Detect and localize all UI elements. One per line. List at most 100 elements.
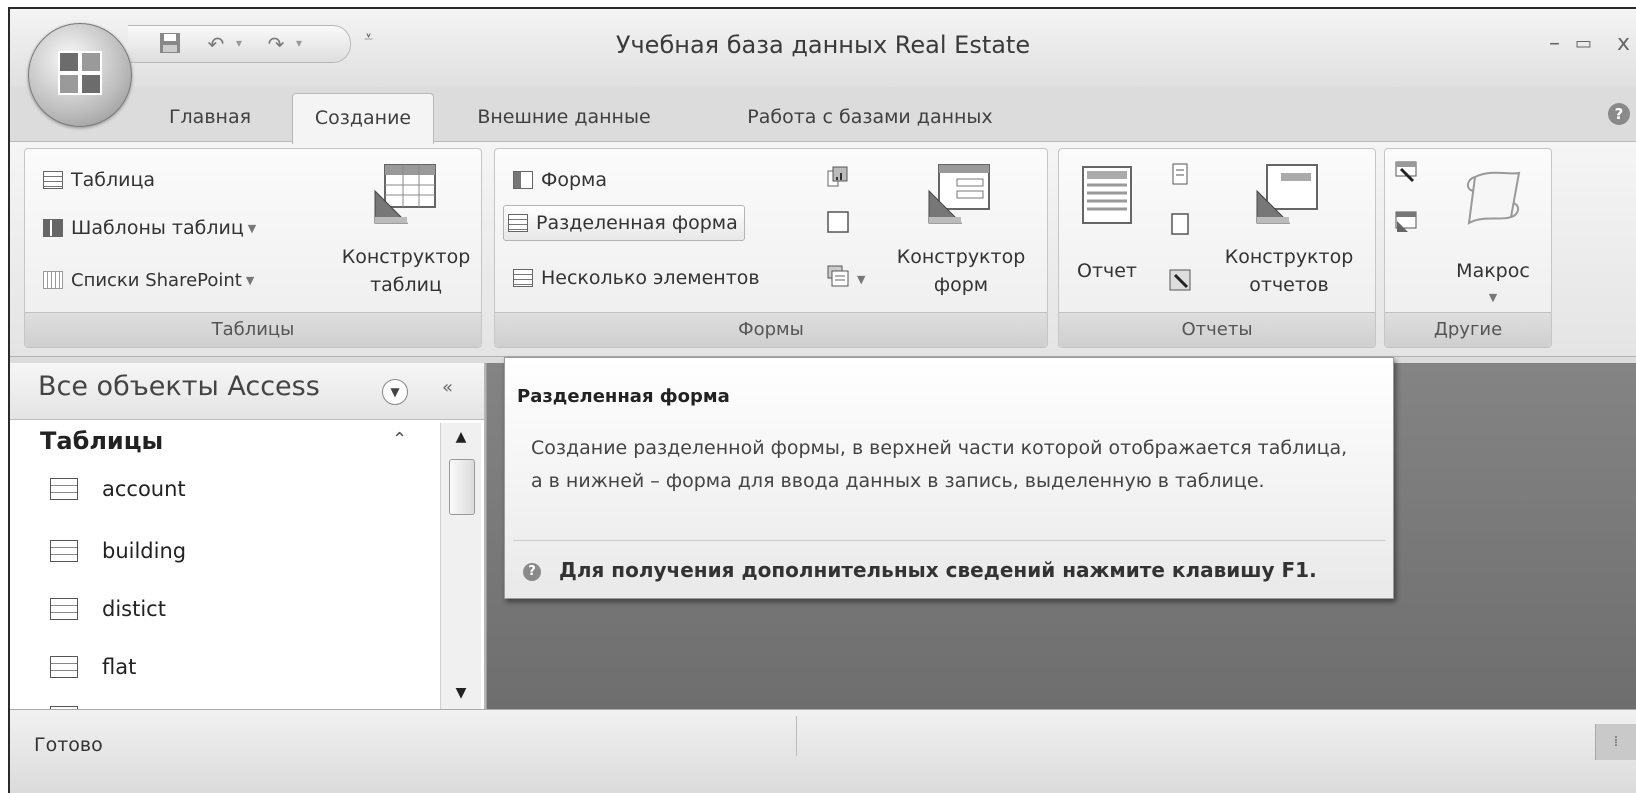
query-wizard-icon[interactable]: [1395, 161, 1417, 183]
list-item-label: building: [102, 539, 187, 563]
chevron-down-icon: ▼: [247, 222, 257, 235]
office-logo-icon: [58, 51, 102, 95]
more-forms-dropdown-icon[interactable]: ▼: [857, 273, 865, 286]
ribbon: Таблица Шаблоны таблиц ▼ Списки SharePoin…: [10, 141, 1636, 357]
status-divider: [796, 716, 797, 756]
tab-home[interactable]: Главная: [150, 93, 270, 141]
report-designer-icon: [1256, 164, 1318, 224]
list-item[interactable]: flat: [50, 647, 136, 687]
chevron-down-icon: ▼: [245, 274, 255, 287]
tooltip-title: Разделенная форма: [517, 386, 730, 407]
maximize-icon[interactable]: ▭: [1575, 33, 1592, 54]
report-designer-label-1: Конструктор: [1224, 246, 1354, 268]
table-designer-label-2: таблиц: [370, 274, 442, 296]
more-forms-icon[interactable]: [827, 265, 849, 287]
table-templates-label: Шаблоны таблиц: [71, 217, 244, 239]
list-item[interactable]: building: [50, 531, 186, 571]
minimize-icon[interactable]: –: [1549, 31, 1560, 56]
navigation-pane-title: Все объекты Access: [38, 371, 320, 402]
title-bar: ↶ ▾ ↷ ▾ ⩡ Учебная база данных Real Estat…: [10, 9, 1636, 127]
section-header-tables[interactable]: Таблицы: [40, 427, 163, 455]
sharepoint-lists-icon: [43, 271, 63, 289]
list-item[interactable]: account: [50, 469, 186, 509]
macro-dropdown-icon: ▼: [1488, 291, 1498, 304]
status-text: Готово: [34, 734, 103, 756]
tooltip-help-text: Для получения дополнительных сведений на…: [559, 558, 1317, 582]
form-designer-label-2: форм: [933, 274, 989, 296]
split-form-label: Разделенная форма: [536, 212, 738, 234]
macro-button[interactable]: Макрос ▼: [1435, 161, 1551, 311]
query-designer-icon[interactable]: [1395, 211, 1417, 233]
report-icon: [1082, 166, 1132, 224]
navigation-pane: Все объекты Access ▼ « Таблицы ⌃ account…: [10, 363, 486, 709]
split-form-icon: [508, 214, 528, 232]
tooltip: Разделенная форма Создание разделенной ф…: [504, 357, 1394, 599]
form-designer-label-1: Конструктор: [896, 246, 1026, 268]
multiple-items-label: Несколько элементов: [541, 267, 760, 289]
form-designer-button[interactable]: Конструктор форм: [881, 161, 1041, 311]
report-labels-icon[interactable]: [1169, 163, 1191, 185]
tab-external-data[interactable]: Внешние данные: [454, 93, 674, 141]
group-forms-label: Формы: [495, 312, 1047, 347]
group-reports: Отчет Конструктор отчетов Отчеты: [1058, 148, 1376, 348]
group-reports-label: Отчеты: [1059, 312, 1375, 347]
table-button[interactable]: Таблица: [39, 163, 161, 197]
table-templates-button[interactable]: Шаблоны таблиц ▼: [39, 211, 262, 245]
form-designer-icon: [928, 164, 990, 224]
sharepoint-lists-label: Списки SharePoint: [71, 270, 242, 291]
group-tables: Таблица Шаблоны таблиц ▼ Списки SharePoin…: [24, 148, 482, 348]
blank-report-icon[interactable]: [1169, 213, 1191, 235]
multiple-items-icon: [513, 269, 533, 287]
access-window: ↶ ▾ ↷ ▾ ⩡ Учебная база данных Real Estat…: [8, 7, 1636, 793]
table-icon: [50, 598, 78, 620]
table-icon: [43, 171, 63, 189]
scrollbar-thumb[interactable]: [449, 459, 475, 515]
blank-form-icon[interactable]: [827, 211, 849, 233]
tooltip-body: Создание разделенной формы, в верхней ча…: [531, 437, 1348, 492]
list-item[interactable]: [50, 697, 102, 709]
report-button[interactable]: Отчет: [1067, 161, 1147, 311]
split-form-button[interactable]: Разделенная форма: [503, 205, 745, 241]
scroll-down-icon[interactable]: ▼: [441, 685, 481, 705]
table-templates-icon: [43, 219, 63, 237]
tab-create[interactable]: Создание: [292, 93, 434, 144]
multiple-items-button[interactable]: Несколько элементов: [509, 261, 766, 295]
close-icon[interactable]: x: [1617, 31, 1630, 56]
tooltip-divider: [513, 540, 1385, 541]
list-item[interactable]: distict: [50, 589, 166, 629]
form-button-label: Форма: [541, 169, 608, 191]
report-designer-button[interactable]: Конструктор отчетов: [1209, 161, 1369, 311]
macro-scroll-icon: [1467, 171, 1521, 225]
window-title: Учебная база данных Real Estate: [615, 31, 1031, 59]
navigation-pane-header[interactable]: Все объекты Access ▼ «: [10, 363, 484, 420]
office-button[interactable]: [28, 23, 132, 127]
pivot-chart-icon[interactable]: [827, 165, 849, 187]
table-icon: [50, 478, 78, 500]
tooltip-help: ? Для получения дополнительных сведений н…: [523, 558, 1317, 582]
table-icon: [50, 540, 78, 562]
table-icon: [50, 656, 78, 678]
chevron-down-icon[interactable]: ▼: [382, 379, 408, 405]
report-wizard-icon[interactable]: [1169, 269, 1191, 291]
report-designer-label-2: отчетов: [1249, 274, 1329, 296]
group-other: Макрос ▼ Другие: [1384, 148, 1552, 348]
resize-grip-icon[interactable]: ⁞: [1595, 724, 1636, 760]
collapse-section-icon[interactable]: ⌃: [392, 429, 407, 450]
group-forms: Форма Разделенная форма Несколько элемен…: [494, 148, 1048, 348]
tab-database-tools[interactable]: Работа с базами данных: [720, 93, 1020, 141]
report-label: Отчет: [1076, 260, 1137, 282]
table-designer-button[interactable]: Конструктор таблиц: [331, 161, 481, 311]
scrollbar[interactable]: ▲ ▼: [440, 423, 481, 709]
collapse-pane-icon[interactable]: «: [442, 377, 453, 398]
help-icon: ?: [523, 563, 541, 581]
group-other-label: Другие: [1385, 312, 1551, 347]
form-icon: [513, 171, 533, 189]
list-item-label: distict: [102, 597, 166, 621]
scroll-up-icon[interactable]: ▲: [441, 429, 481, 449]
sharepoint-lists-button[interactable]: Списки SharePoint ▼: [39, 263, 260, 297]
form-button[interactable]: Форма: [509, 163, 613, 197]
list-item-label: flat: [102, 655, 137, 679]
help-icon[interactable]: ?: [1608, 103, 1630, 125]
macro-label: Макрос: [1456, 260, 1530, 282]
table-button-label: Таблица: [71, 169, 156, 191]
